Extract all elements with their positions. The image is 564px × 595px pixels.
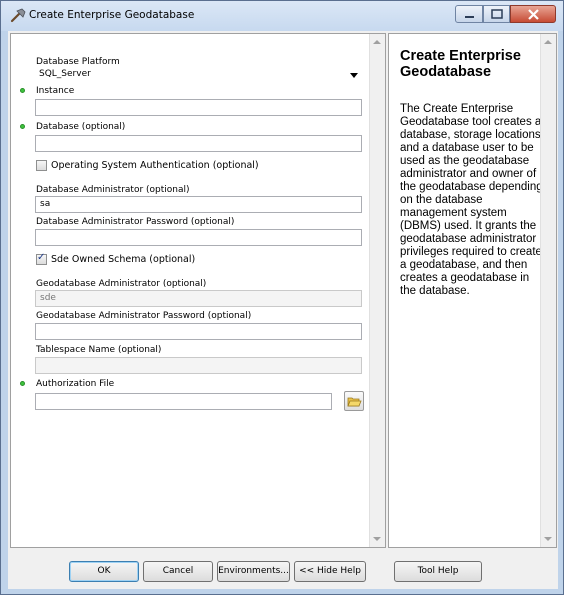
label-db-admin-password: Database Administrator Password (optiona…	[36, 217, 235, 227]
tool-help-button[interactable]: Tool Help	[394, 561, 482, 582]
required-dot-icon	[20, 88, 25, 93]
help-scrollbar[interactable]	[540, 34, 556, 547]
scroll-up-icon[interactable]	[544, 40, 552, 44]
cancel-button[interactable]: Cancel	[143, 561, 213, 582]
database-platform-value: SQL_Server	[39, 69, 91, 79]
label-database-platform: Database Platform	[36, 57, 120, 67]
open-folder-icon	[347, 397, 362, 407]
os-auth-label: Operating System Authentication (optiona…	[51, 160, 259, 171]
sde-schema-checkbox[interactable]	[36, 252, 47, 265]
minimize-icon	[465, 16, 474, 18]
hide-help-button[interactable]: << Hide Help	[294, 561, 366, 582]
scroll-up-icon[interactable]	[373, 40, 381, 44]
os-auth-checkbox[interactable]	[36, 160, 47, 171]
maximize-icon	[491, 9, 503, 19]
help-title: Create Enterprise Geodatabase	[400, 48, 521, 80]
help-pane: Create Enterprise Geodatabase The Create…	[388, 33, 557, 548]
title-bar[interactable]: Create Enterprise Geodatabase	[1, 1, 563, 31]
scroll-down-icon[interactable]	[373, 537, 381, 541]
database-input[interactable]	[35, 135, 362, 152]
label-db-admin: Database Administrator (optional)	[36, 185, 190, 195]
label-gdb-admin: Geodatabase Administrator (optional)	[36, 279, 207, 289]
db-admin-input[interactable]: sa	[35, 196, 362, 213]
ok-button[interactable]: OK	[69, 561, 139, 582]
label-database: Database (optional)	[36, 122, 126, 132]
tool-dialog-window: Create Enterprise Geodatabase Database P…	[0, 0, 564, 595]
close-button[interactable]	[510, 5, 556, 23]
db-admin-password-input[interactable]	[35, 229, 362, 246]
sde-schema-label: Sde Owned Schema (optional)	[51, 254, 196, 265]
label-gdb-admin-password: Geodatabase Administrator Password (opti…	[36, 311, 252, 321]
parameters-scrollbar[interactable]	[369, 34, 385, 547]
minimize-button[interactable]	[455, 5, 483, 23]
instance-input[interactable]	[35, 99, 362, 116]
maximize-button[interactable]	[483, 5, 510, 23]
button-bar: OK Cancel Environments... << Hide Help T…	[8, 551, 558, 589]
required-dot-icon	[20, 124, 25, 129]
browse-button[interactable]	[344, 391, 364, 411]
parameters-pane[interactable]: Database Platform SQL_Server Instance Da…	[10, 33, 386, 548]
dialog-client: Database Platform SQL_Server Instance Da…	[8, 31, 558, 589]
label-tablespace: Tablespace Name (optional)	[36, 345, 162, 355]
close-icon	[528, 9, 539, 20]
scroll-down-icon[interactable]	[544, 537, 552, 541]
window-title: Create Enterprise Geodatabase	[29, 9, 195, 21]
hammer-icon	[10, 8, 26, 23]
database-platform-select[interactable]: SQL_Server	[35, 68, 362, 83]
chevron-down-icon[interactable]	[350, 73, 358, 78]
help-description: The Create Enterprise Geodatabase tool c…	[400, 103, 544, 297]
tablespace-input	[35, 357, 362, 374]
gdb-admin-password-input[interactable]	[35, 323, 362, 340]
gdb-admin-input: sde	[35, 290, 362, 307]
auth-file-input[interactable]	[35, 393, 332, 410]
environments-button[interactable]: Environments...	[217, 561, 290, 582]
label-auth-file: Authorization File	[36, 379, 115, 389]
label-instance: Instance	[36, 86, 75, 96]
required-dot-icon	[20, 381, 25, 386]
